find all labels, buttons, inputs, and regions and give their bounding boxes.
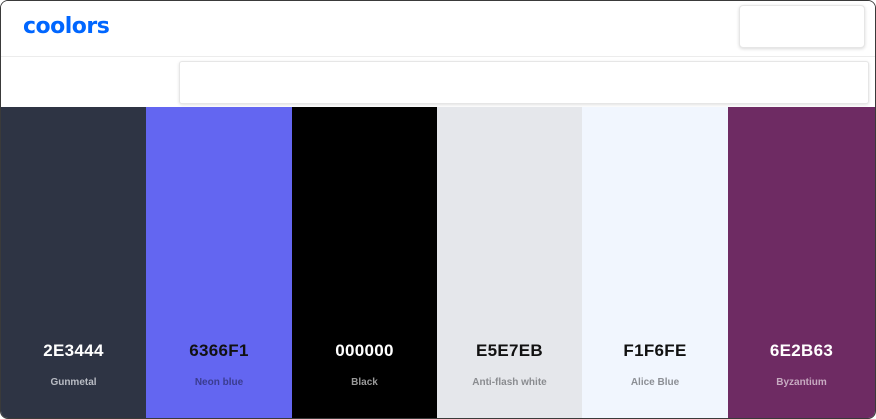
color-hex-code[interactable]: 2E3444 bbox=[1, 341, 146, 361]
color-swatch-4[interactable]: E5E7EB Anti-flash white bbox=[437, 107, 582, 418]
color-name: Alice Blue bbox=[630, 377, 680, 388]
color-name: Black bbox=[351, 377, 378, 388]
coolors-logo[interactable]: coolors bbox=[23, 14, 110, 39]
color-swatch-3[interactable]: 000000 Black bbox=[292, 107, 437, 418]
header: coolors bbox=[1, 1, 875, 57]
color-hex-code[interactable]: 6366F1 bbox=[146, 341, 292, 361]
palette: 2E3444 Gunmetal 6366F1 Neon blue 000000 … bbox=[1, 107, 875, 418]
color-swatch-2[interactable]: 6366F1 Neon blue bbox=[146, 107, 292, 418]
color-name: Byzantium bbox=[776, 377, 827, 388]
color-name: Gunmetal bbox=[50, 377, 97, 388]
header-action-button[interactable] bbox=[739, 5, 865, 48]
color-hex-code[interactable]: E5E7EB bbox=[437, 341, 582, 361]
color-hex-code[interactable]: 000000 bbox=[292, 341, 437, 361]
toolbar-panel[interactable] bbox=[179, 61, 869, 104]
app-window: coolors 2E3444 Gunmetal 6366F1 Neon blue… bbox=[0, 0, 876, 419]
color-hex-code[interactable]: F1F6FE bbox=[582, 341, 728, 361]
color-name: Anti-flash white bbox=[472, 377, 547, 388]
color-hex-code[interactable]: 6E2B63 bbox=[728, 341, 875, 361]
color-swatch-6[interactable]: 6E2B63 Byzantium bbox=[728, 107, 875, 418]
color-swatch-5[interactable]: F1F6FE Alice Blue bbox=[582, 107, 728, 418]
color-swatch-1[interactable]: 2E3444 Gunmetal bbox=[1, 107, 146, 418]
toolbar bbox=[1, 57, 875, 107]
color-name: Neon blue bbox=[194, 377, 244, 388]
